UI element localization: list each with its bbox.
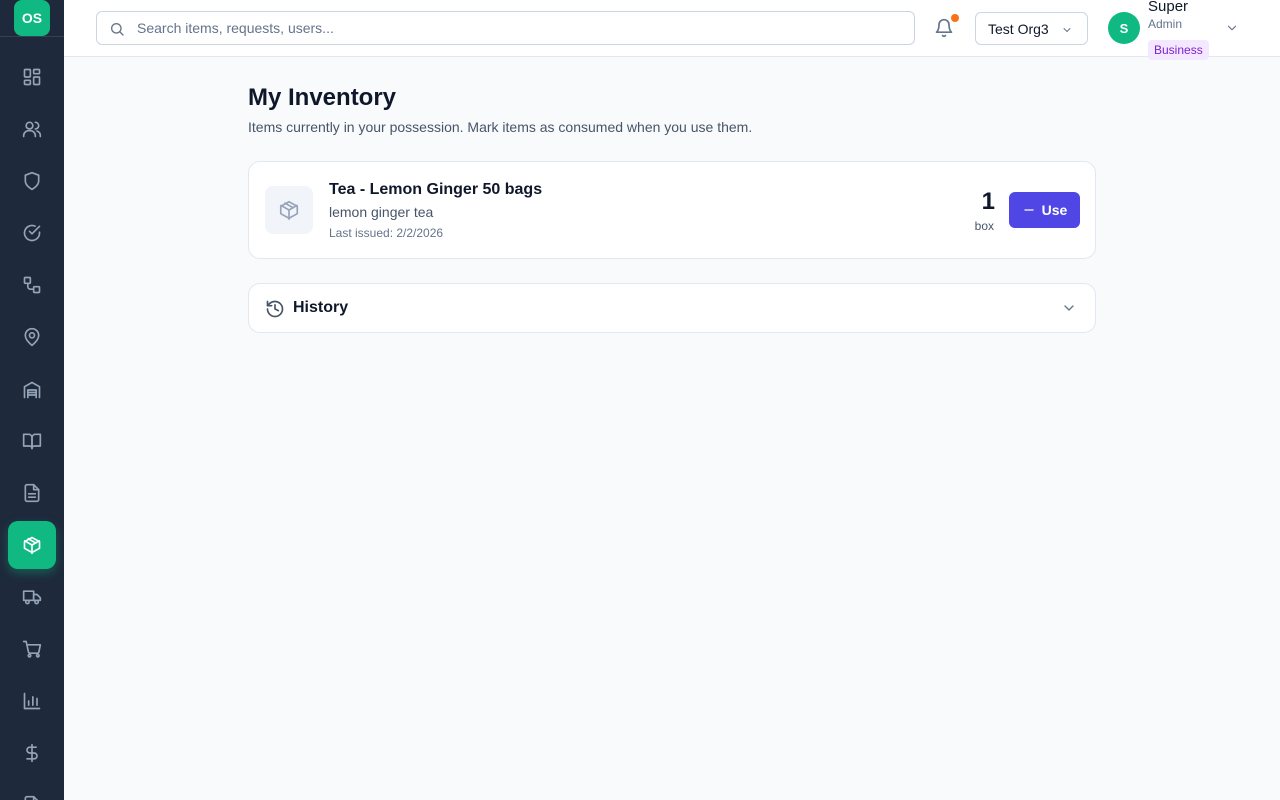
item-description: lemon ginger tea	[329, 204, 434, 220]
item-quantity: 1	[981, 188, 995, 215]
sidebar-item-dashboard[interactable]	[8, 53, 56, 101]
package-icon	[279, 200, 299, 220]
sidebar-item-catalog[interactable]	[8, 417, 56, 465]
sidebar-item-warehouse[interactable]	[8, 366, 56, 414]
sidebar-item-security[interactable]	[8, 157, 56, 205]
user-role: Admin	[1148, 17, 1183, 31]
notification-dot	[951, 14, 959, 22]
workflow-icon	[23, 276, 41, 294]
org-selector-value: Test Org3	[988, 20, 1049, 37]
item-name: Tea - Lemon Ginger 50 bags	[329, 181, 543, 198]
history-accordion[interactable]: History	[248, 283, 1096, 333]
history-label: History	[293, 299, 349, 316]
use-button[interactable]: Use	[1009, 192, 1080, 228]
user-name[interactable]: Super	[1148, 0, 1188, 15]
sidebar-item-purchasing[interactable]	[8, 625, 56, 673]
item-last-issued: Last issued: 2/2/2026	[329, 226, 444, 240]
package-icon	[23, 536, 41, 555]
sidebar-item-files[interactable]	[8, 781, 56, 800]
use-button-label: Use	[1041, 202, 1068, 218]
sidebar-divider	[0, 36, 64, 37]
page-subtitle: Items currently in your possession. Mark…	[248, 119, 753, 135]
shield-icon	[24, 171, 40, 191]
top-bar: Test Org3 S Super Admin Business	[64, 0, 1280, 60]
item-unit: box	[974, 219, 994, 233]
file-icon	[24, 795, 39, 800]
search-input[interactable]	[137, 12, 907, 44]
sidebar-item-billing[interactable]	[8, 729, 56, 777]
search-icon	[111, 23, 124, 36]
sidebar-item-reports[interactable]	[8, 677, 56, 725]
book-open-icon	[22, 433, 42, 450]
page-title: My Inventory	[248, 84, 397, 111]
file-text-icon	[24, 483, 40, 503]
users-icon	[22, 121, 42, 138]
check-circle-icon	[23, 224, 41, 242]
warehouse-icon	[23, 381, 41, 399]
sidebar-item-locations[interactable]	[8, 313, 56, 361]
plan-badge: Business	[1148, 40, 1209, 60]
sidebar: OS	[0, 0, 64, 800]
user-menu-chevron-icon[interactable]	[1225, 21, 1239, 35]
sidebar-item-my-inventory[interactable]	[8, 521, 56, 569]
history-icon	[266, 300, 284, 318]
truck-icon	[22, 590, 42, 605]
search-box[interactable]	[96, 11, 915, 45]
bar-chart-icon	[23, 692, 41, 710]
bell-icon	[935, 18, 953, 38]
minus-icon	[1023, 209, 1034, 211]
inventory-item-card: Tea - Lemon Ginger 50 bags lemon ginger …	[248, 161, 1096, 259]
sidebar-item-deliveries[interactable]	[8, 573, 56, 621]
sidebar-item-users[interactable]	[8, 105, 56, 153]
sidebar-item-workflows[interactable]	[8, 261, 56, 309]
dashboard-icon	[23, 68, 41, 86]
sidebar-item-documents[interactable]	[8, 469, 56, 517]
dollar-sign-icon	[26, 743, 38, 763]
app-logo[interactable]: OS	[14, 0, 50, 36]
shopping-cart-icon	[22, 640, 42, 658]
org-selector[interactable]: Test Org3	[975, 12, 1088, 45]
item-thumbnail	[265, 186, 313, 234]
chevron-down-icon	[1064, 305, 1074, 311]
avatar[interactable]: S	[1108, 12, 1140, 44]
sidebar-item-approvals[interactable]	[8, 209, 56, 257]
chevron-down-icon	[1063, 28, 1071, 32]
map-pin-icon	[24, 327, 40, 347]
